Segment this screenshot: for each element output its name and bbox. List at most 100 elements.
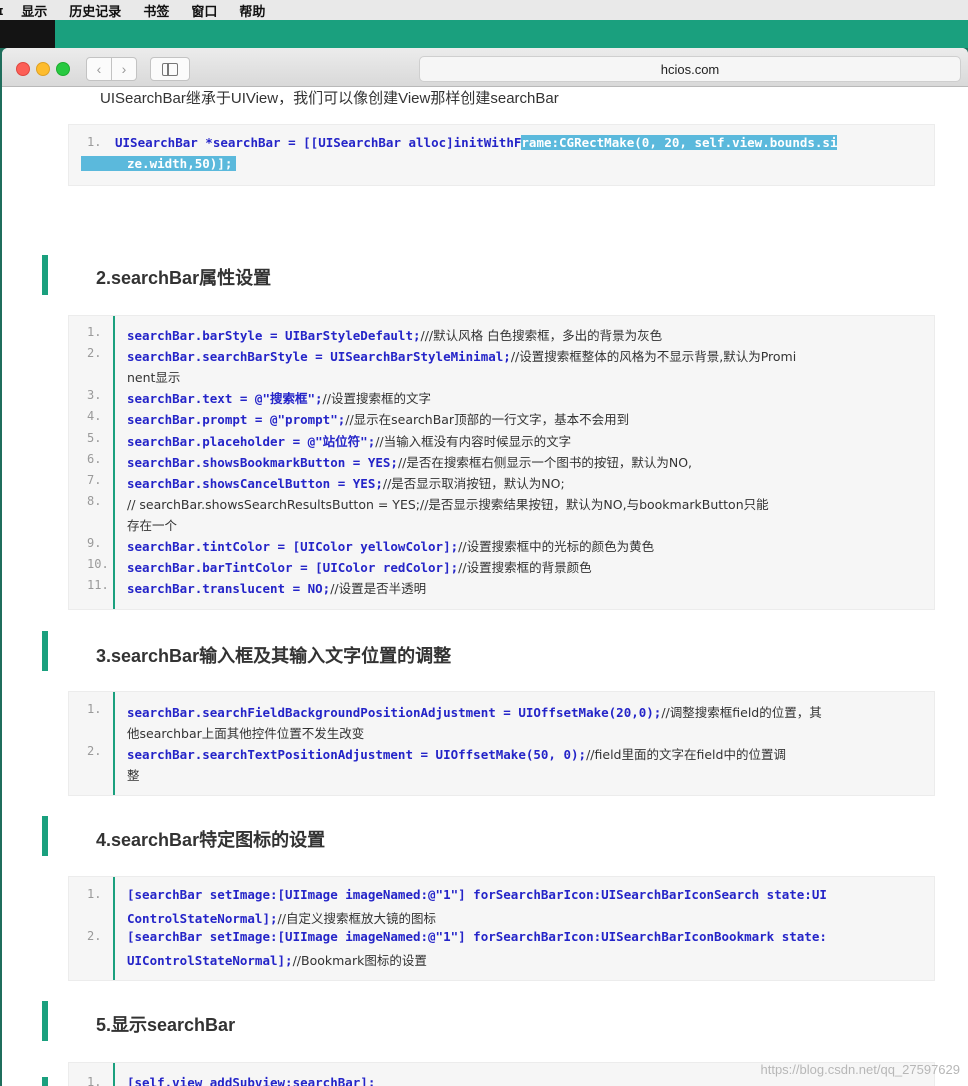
code-comment: //设置搜索框的背景颜色 — [458, 560, 592, 576]
code-fragment: searchBar.prompt = @"prompt"; — [127, 412, 346, 428]
code-fragment: searchBar.placeholder = @"站位符"; — [127, 433, 376, 449]
browser-window: ‹ › hcios.com UISearchBar继承于UIView，我们可以像… — [2, 48, 968, 1086]
code-fragment: UISearchBar *searchBar = [[UISearchBar a… — [115, 135, 522, 150]
line-number: 2. — [87, 346, 102, 361]
forward-button[interactable]: › — [111, 57, 137, 81]
article-content: UISearchBar继承于UIView，我们可以像创建View那样创建sear… — [2, 87, 968, 1086]
code-text: searchBar.searchFieldBackgroundPositionA… — [127, 702, 922, 721]
code-fragment: UIControlStateNormal]; — [127, 953, 293, 969]
background-dark — [0, 20, 55, 48]
section-heading-2: 2.searchBar属性设置 — [96, 268, 272, 288]
code-text: searchBar.barTintColor = [UIColor redCol… — [127, 557, 922, 576]
section-marker — [42, 255, 48, 295]
code-comment: //设置搜索框中的光标的颜色为黄色 — [458, 539, 655, 554]
code-text: 他searchbar上面其他控件位置不发生改变 — [127, 723, 922, 742]
line-number: 9. — [87, 536, 102, 550]
code-text: searchBar.searchTextPositionAdjustment =… — [127, 744, 922, 763]
code-comment: // searchBar.showsSearchResultsButton = … — [127, 496, 769, 512]
code-text: searchBar.barStyle = UIBarStyleDefault;/… — [127, 325, 922, 344]
code-fragment: searchBar.barStyle = UIBarStyleDefault; — [127, 328, 421, 343]
code-fragment: searchBar.translucent = NO; — [127, 581, 331, 597]
code-comment: //field里面的文字在field中的位置调 — [586, 747, 786, 763]
code-fragment: searchBar.searchBarStyle = UISearchBarSt… — [127, 349, 511, 365]
code-fragment: [searchBar setImage:[UIImage imageNamed:… — [127, 929, 827, 945]
code-comment: //当输入框没有内容时候显示的文字 — [375, 433, 572, 449]
menu-item-help[interactable]: 帮助 — [239, 1, 265, 20]
code-text: searchBar.placeholder = @"站位符";//当输入框没有内… — [127, 431, 922, 450]
code-fragment: ControlStateNormal]; — [127, 911, 278, 927]
section-marker — [42, 1001, 48, 1041]
code-text: // searchBar.showsSearchResultsButton = … — [127, 494, 922, 513]
sidebar-toggle-button[interactable] — [150, 57, 190, 81]
section-heading-5: 5.显示searchBar — [96, 1015, 236, 1035]
code-fragment: [searchBar setImage:[UIImage imageNamed:… — [127, 887, 827, 902]
address-bar[interactable]: hcios.com — [419, 56, 961, 82]
section-heading-3: 3.searchBar输入框及其输入文字位置的调整 — [96, 646, 452, 666]
code-text: 整 — [127, 765, 922, 784]
sidebar-icon — [162, 62, 178, 76]
code-text: UISearchBar *searchBar = [[UISearchBar a… — [115, 135, 922, 150]
code-text: [searchBar setImage:[UIImage imageNamed:… — [127, 887, 922, 902]
code-comment: nent显示 — [127, 370, 181, 386]
menu-item-bookmarks[interactable]: 书签 — [143, 1, 169, 20]
chevron-left-icon: ‹ — [96, 61, 102, 77]
code-comment: //是否显示取消按钮，默认为NO; — [382, 475, 565, 491]
line-number: 4. — [87, 409, 102, 424]
code-comment: //设置搜索框整体的风格为不显示背景,默认为Promi — [510, 349, 797, 365]
back-button[interactable]: ‹ — [86, 57, 112, 81]
line-number: 5. — [87, 430, 102, 445]
url-text: hcios.com — [660, 61, 720, 77]
minimize-window-button[interactable] — [36, 62, 50, 76]
selected-text: ze.width,50)]; — [81, 156, 237, 171]
line-number: 2. — [87, 929, 102, 944]
section-marker — [42, 1077, 48, 1086]
code-text: searchBar.translucent = NO;//设置是否半透明 — [127, 578, 922, 597]
code-comment: 存在一个 — [127, 517, 178, 533]
background-teal — [55, 20, 968, 48]
code-fragment: searchBar.searchFieldBackgroundPositionA… — [127, 705, 662, 720]
line-number: 6. — [87, 451, 102, 466]
code-comment: 他searchbar上面其他控件位置不发生改变 — [127, 726, 365, 742]
code-text: [searchBar setImage:[UIImage imageNamed:… — [127, 929, 922, 944]
browser-toolbar: ‹ › hcios.com — [2, 48, 968, 87]
code-comment: //Bookmark图标的设置 — [292, 953, 427, 969]
line-number: 10. — [87, 557, 109, 572]
zoom-window-button[interactable] — [56, 62, 70, 76]
code-comment: //设置是否半透明 — [330, 581, 427, 597]
code-comment: //调整搜索框field的位置，其 — [661, 705, 822, 720]
line-number: 1. — [87, 702, 102, 716]
section-marker — [42, 816, 48, 856]
code-comment: ///默认风格 白色搜索框，多出的背景为灰色 — [420, 328, 663, 343]
code-text: ControlStateNormal];//自定义搜索框放大镜的图标 — [127, 908, 922, 927]
line-number: 11. — [87, 578, 109, 593]
section-heading-4: 4.searchBar特定图标的设置 — [96, 830, 326, 850]
code-block-3: 1. searchBar.searchFieldBackgroundPositio… — [68, 691, 935, 796]
code-fragment: searchBar.showsCancelButton = YES; — [127, 475, 383, 491]
line-number: 7. — [87, 472, 102, 487]
line-number: 2. — [87, 744, 102, 759]
line-number: 1. — [87, 1075, 102, 1086]
code-comment: //显示在searchBar顶部的一行文字，基本不会用到 — [345, 412, 630, 428]
code-comment: //自定义搜索框放大镜的图标 — [277, 911, 436, 927]
menu-bar: ɪ 显示 历史记录 书签 窗口 帮助 — [0, 0, 968, 21]
close-window-button[interactable] — [16, 62, 30, 76]
code-block-1: 1. UISearchBar *searchBar = [[UISearchBa… — [68, 124, 935, 186]
menu-item-history[interactable]: 历史记录 — [69, 1, 121, 20]
code-text: UIControlStateNormal];//Bookmark图标的设置 — [127, 950, 922, 969]
code-text: 存在一个 — [127, 515, 922, 534]
code-fragment: searchBar.searchTextPositionAdjustment =… — [127, 747, 587, 763]
menu-item-stub[interactable]: ɪ — [0, 3, 3, 18]
code-text: searchBar.prompt = @"prompt";//显示在search… — [127, 409, 922, 428]
menu-item-window[interactable]: 窗口 — [191, 1, 217, 20]
menu-item-view[interactable]: 显示 — [21, 1, 47, 20]
code-text: searchBar.showsCancelButton = YES;//是否显示… — [127, 473, 922, 492]
code-fragment: searchBar.barTintColor = [UIColor redCol… — [127, 560, 459, 576]
code-comment: //是否在搜索框右侧显示一个图书的按钮，默认为NO, — [397, 454, 693, 470]
line-number: 3. — [87, 388, 102, 403]
chevron-right-icon: › — [121, 61, 127, 77]
code-fragment: [self.view addSubview:searchBar]; — [127, 1075, 376, 1086]
code-text: nent显示 — [127, 367, 922, 386]
code-text: searchBar.showsBookmarkButton = YES;//是否… — [127, 452, 922, 471]
line-number: 1. — [87, 135, 102, 149]
selected-text: rame:CGRectMake(0, 20, self.view.bounds.… — [521, 135, 838, 150]
